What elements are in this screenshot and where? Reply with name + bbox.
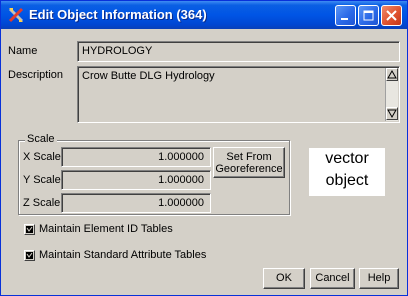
georeference-label: Georeference: [215, 163, 283, 175]
maintain-standard-attribute-checkbox[interactable]: [24, 250, 35, 261]
arrow-up-icon: [387, 69, 397, 79]
edit-object-dialog: Edit Object Information (364) Name HYDRO…: [0, 0, 408, 296]
y-scale-value: 1.000000: [158, 174, 204, 186]
ok-button[interactable]: OK: [263, 268, 305, 289]
maintain-element-id-label: Maintain Element ID Tables: [39, 223, 173, 235]
z-scale-input[interactable]: 1.000000: [61, 193, 211, 213]
window-title: Edit Object Information (364): [29, 7, 207, 22]
maintain-element-id-checkbox[interactable]: [24, 224, 35, 235]
vector-object-annotation: vector object: [309, 148, 385, 196]
scroll-up-button[interactable]: [386, 68, 398, 81]
x-scale-input[interactable]: 1.000000: [61, 147, 211, 167]
name-label: Name: [8, 45, 38, 57]
close-button[interactable]: [381, 5, 402, 26]
x-scale-label: X Scale: [23, 151, 61, 163]
help-button[interactable]: Help: [359, 268, 399, 289]
checkmark-icon: [26, 252, 33, 259]
help-label: Help: [367, 272, 391, 284]
description-field[interactable]: Crow Butte DLG Hydrology: [77, 66, 400, 123]
cancel-button[interactable]: Cancel: [310, 268, 355, 289]
x-scale-value: 1.000000: [158, 151, 204, 163]
name-value: HYDROLOGY: [82, 45, 153, 57]
ok-label: OK: [276, 272, 292, 284]
description-label: Description: [8, 69, 64, 81]
scroll-down-button[interactable]: [386, 107, 398, 120]
maintain-standard-attribute-label: Maintain Standard Attribute Tables: [39, 249, 207, 261]
name-field[interactable]: HYDROLOGY: [77, 41, 400, 62]
maximize-button[interactable]: [358, 5, 379, 26]
cancel-label: Cancel: [315, 272, 350, 284]
scale-group-title: Scale: [25, 133, 57, 145]
title-bar[interactable]: Edit Object Information (364): [1, 1, 407, 29]
set-from-label: Set From: [226, 151, 272, 163]
y-scale-input[interactable]: 1.000000: [61, 170, 211, 190]
minimize-button[interactable]: [335, 5, 356, 26]
arrow-down-icon: [387, 109, 397, 119]
z-scale-label: Z Scale: [23, 197, 61, 209]
description-value: Crow Butte DLG Hydrology: [82, 70, 215, 82]
set-from-georeference-button[interactable]: Set From Georeference: [213, 147, 285, 178]
annotation-line-2: object: [325, 172, 369, 189]
y-scale-label: Y Scale: [23, 174, 61, 186]
checkmark-icon: [26, 226, 33, 233]
tools-icon: [7, 6, 25, 24]
description-scrollbar[interactable]: [385, 68, 398, 121]
annotation-line-1: vector: [325, 150, 369, 167]
z-scale-value: 1.000000: [158, 197, 204, 209]
